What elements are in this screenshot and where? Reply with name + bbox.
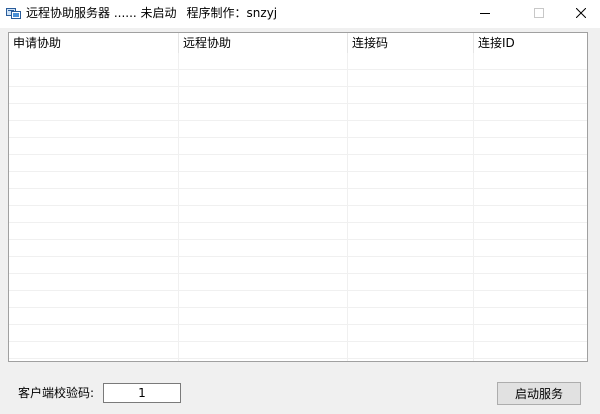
- empty-list-row: [9, 342, 587, 359]
- window-title: 远程协助服务器 ...... 未启动 程序制作：snzyj: [26, 6, 277, 20]
- list-body[interactable]: [9, 53, 587, 361]
- column-header-request[interactable]: 申请协助: [9, 33, 179, 53]
- close-icon: [575, 7, 587, 21]
- main-window: 远程协助服务器 ...... 未启动 程序制作：snzyj 申请协助 远程协助 连…: [0, 0, 600, 414]
- empty-list-row: [9, 274, 587, 291]
- empty-list-row: [9, 206, 587, 223]
- empty-list-row: [9, 189, 587, 206]
- empty-list-row: [9, 104, 587, 121]
- column-header-id[interactable]: 连接ID: [474, 33, 587, 53]
- remote-assist-app-icon: [6, 6, 22, 21]
- empty-list-row: [9, 87, 587, 104]
- column-header-code[interactable]: 连接码: [348, 33, 474, 53]
- title-bar[interactable]: 远程协助服务器 ...... 未启动 程序制作：snzyj: [0, 0, 600, 28]
- empty-list-row: [9, 223, 587, 240]
- assist-list-view[interactable]: 申请协助 远程协助 连接码 连接ID: [8, 32, 588, 362]
- minimize-button[interactable]: [462, 0, 508, 28]
- minimize-icon: [480, 7, 490, 21]
- client-code-label: 客户端校验码:: [18, 386, 95, 400]
- empty-list-row: [9, 53, 587, 70]
- maximize-icon: [534, 7, 544, 21]
- empty-list-row: [9, 325, 587, 342]
- column-header-remote[interactable]: 远程协助: [179, 33, 348, 53]
- empty-list-row: [9, 70, 587, 87]
- empty-list-row: [9, 121, 587, 138]
- list-header: 申请协助 远程协助 连接码 连接ID: [9, 33, 587, 53]
- empty-list-row: [9, 155, 587, 172]
- empty-list-row: [9, 172, 587, 189]
- empty-list-row: [9, 291, 587, 308]
- client-code-input[interactable]: [103, 383, 181, 403]
- window-title-author: 程序制作：snzyj: [186, 6, 278, 20]
- maximize-button[interactable]: [516, 0, 562, 28]
- window-title-status: 远程协助服务器 ...... 未启动: [26, 6, 177, 20]
- close-button[interactable]: [558, 0, 600, 28]
- empty-list-row: [9, 257, 587, 274]
- empty-list-row: [9, 308, 587, 325]
- empty-list-row: [9, 138, 587, 155]
- start-service-button[interactable]: 启动服务: [497, 382, 581, 405]
- empty-list-row: [9, 240, 587, 257]
